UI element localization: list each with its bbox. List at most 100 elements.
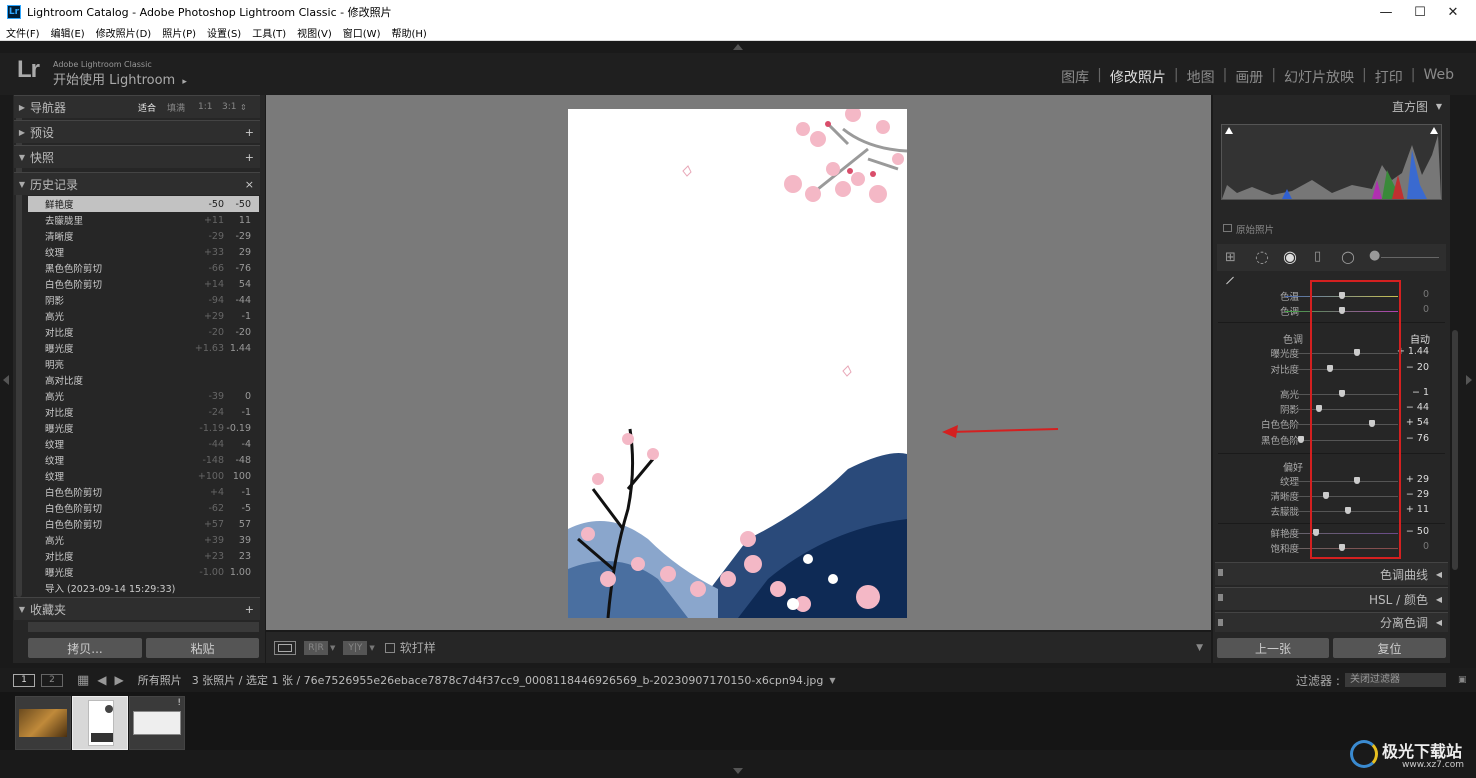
original-photo-checkbox[interactable] — [1223, 224, 1232, 232]
module-develop[interactable]: 修改照片 — [1102, 67, 1174, 87]
zoom-arrows-icon[interactable]: ⇕ — [240, 103, 247, 112]
film-thumbnail-selected[interactable] — [72, 696, 128, 750]
slider-value[interactable]: 0 — [1423, 541, 1429, 552]
filter-dropdown[interactable]: 关闭过滤器 — [1345, 673, 1446, 687]
history-item[interactable]: 高光 -39 0 — [28, 388, 259, 404]
add-snapshot-button[interactable]: + — [245, 151, 254, 164]
module-web[interactable]: Web — [1415, 67, 1462, 87]
right-scrollbar[interactable] — [1452, 330, 1458, 570]
right-panel-toggle[interactable] — [1462, 95, 1476, 665]
crop-icon[interactable]: ⊞ — [1225, 250, 1236, 265]
slider-value[interactable]: + 29 — [1406, 474, 1429, 485]
zoom-3-1[interactable]: 3:1 — [222, 102, 236, 112]
slider-value[interactable]: − 50 — [1406, 526, 1429, 537]
copy-button[interactable]: 拷贝... — [28, 638, 142, 658]
play-icon[interactable]: ▸ — [182, 77, 187, 87]
slider-value[interactable]: − 29 — [1406, 489, 1429, 500]
slider-thumb[interactable] — [1297, 436, 1304, 443]
photo-preview[interactable] — [568, 109, 907, 618]
spot-removal-icon[interactable]: ◌ — [1255, 247, 1269, 266]
bottom-panel-toggle[interactable] — [0, 750, 1476, 778]
split-toning-header[interactable]: 分离色调 ◀ — [1215, 612, 1448, 632]
menu-tools[interactable]: 工具(T) — [252, 25, 286, 40]
module-book[interactable]: 画册 — [1227, 67, 1271, 87]
module-slideshow[interactable]: 幻灯片放映 — [1276, 67, 1362, 87]
module-library[interactable]: 图库 — [1053, 67, 1097, 87]
yy-dropdown-icon[interactable]: ▼ — [369, 644, 374, 652]
clear-history-button[interactable]: × — [245, 178, 254, 191]
history-header[interactable]: ▼ 历史记录 × — [14, 172, 260, 195]
module-map[interactable]: 地图 — [1179, 67, 1223, 87]
history-item[interactable]: 纹理 -44 -4 — [28, 436, 259, 452]
forward-arrow-icon[interactable]: ▶ — [115, 673, 124, 687]
zoom-fit[interactable]: 适合 — [138, 101, 156, 114]
menu-help[interactable]: 帮助(H) — [391, 25, 426, 40]
brush-slider-track[interactable] — [1381, 257, 1439, 258]
panel-switch-icon[interactable] — [1218, 569, 1223, 576]
history-item[interactable]: 纹理 -148 -48 — [28, 452, 259, 468]
add-collection-button[interactable]: + — [245, 603, 254, 616]
menu-photo[interactable]: 照片(P) — [162, 25, 196, 40]
history-item[interactable]: 纹理 +100 100 — [28, 468, 259, 484]
slider-value[interactable]: − 20 — [1406, 362, 1429, 373]
toolbar-menu-icon[interactable]: ▼ — [1196, 643, 1203, 653]
history-item[interactable]: 去朦胧里 +11 11 — [28, 212, 259, 228]
history-item[interactable]: 纹理 +33 29 — [28, 244, 259, 260]
before-after-yy-button[interactable]: Y|Y — [343, 640, 368, 655]
menu-settings[interactable]: 设置(S) — [207, 25, 241, 40]
auto-tone-button[interactable]: 自动 — [1410, 331, 1430, 346]
history-item[interactable]: 高光 +39 39 — [28, 532, 259, 548]
history-item[interactable]: 白色色阶剪切 -62 -5 — [28, 500, 259, 516]
source-label[interactable]: 所有照片 — [138, 672, 182, 688]
history-item[interactable]: 曝光度 -1.19 -0.19 — [28, 420, 259, 436]
presets-header[interactable]: ▶ 预设 + — [14, 120, 260, 143]
top-panel-toggle[interactable] — [0, 41, 1476, 53]
slider-value[interactable]: + 11 — [1406, 504, 1429, 515]
history-item[interactable]: 曝光度 -1.00 1.00 — [28, 564, 259, 580]
film-thumbnail[interactable] — [15, 696, 71, 750]
previous-button[interactable]: 上一张 — [1217, 638, 1329, 658]
paste-button[interactable]: 粘贴 — [146, 638, 259, 658]
add-preset-button[interactable]: + — [245, 126, 254, 139]
getting-started-label[interactable]: 开始使用 Lightroom — [53, 73, 175, 88]
collections-header[interactable]: ▼ 收藏夹 + — [14, 597, 260, 620]
history-item[interactable]: 高对比度 — [28, 372, 259, 388]
history-item[interactable]: 鲜艳度 -50 -50 — [28, 196, 259, 212]
history-item[interactable]: 白色色阶剪切 +4 -1 — [28, 484, 259, 500]
grid-icon[interactable]: ▦ — [77, 673, 89, 688]
history-item[interactable]: 曝光度 +1.63 1.44 — [28, 340, 259, 356]
history-item[interactable]: 明亮 — [28, 356, 259, 372]
left-panel-toggle[interactable] — [0, 95, 13, 665]
history-item[interactable]: 黑色色阶剪切 -66 -76 — [28, 260, 259, 276]
zoom-1-1[interactable]: 1:1 — [198, 102, 212, 112]
redeye-icon[interactable]: ◉ — [1283, 247, 1297, 266]
history-item[interactable]: 对比度 -20 -20 — [28, 324, 259, 340]
histogram-header[interactable]: 直方图 ▼ — [1215, 95, 1448, 118]
before-after-button[interactable]: R|R — [304, 640, 328, 655]
zoom-fill[interactable]: 填满 — [167, 101, 185, 114]
history-item[interactable]: 导入 (2023-09-14 15:29:33) — [28, 580, 259, 596]
panel-switch-icon[interactable] — [1218, 619, 1223, 626]
filter-lock-icon[interactable]: ▣ — [1458, 675, 1467, 685]
tone-curve-header[interactable]: 色调曲线 ◀ — [1215, 562, 1448, 585]
slider-value[interactable]: 0 — [1423, 289, 1429, 300]
highlight-clipping-icon[interactable] — [1430, 127, 1438, 134]
before-after-dropdown-icon[interactable]: ▼ — [330, 644, 335, 652]
history-item[interactable]: 清晰度 -29 -29 — [28, 228, 259, 244]
history-item[interactable]: 白色色阶剪切 +57 57 — [28, 516, 259, 532]
close-button[interactable]: ✕ — [1430, 0, 1476, 24]
hsl-header[interactable]: HSL / 颜色 ◀ — [1215, 587, 1448, 610]
slider-value[interactable]: − 1 — [1412, 387, 1429, 398]
module-print[interactable]: 打印 — [1367, 67, 1411, 87]
info-dropdown-icon[interactable]: ▼ — [829, 676, 835, 685]
menu-window[interactable]: 窗口(W) — [343, 25, 381, 40]
history-item[interactable]: 阴影 -94 -44 — [28, 292, 259, 308]
history-item[interactable]: 白色色阶剪切 +14 54 — [28, 276, 259, 292]
snapshots-header[interactable]: ▼ 快照 + — [14, 145, 260, 168]
brush-icon[interactable]: ● — [1369, 248, 1380, 263]
slider-value[interactable]: + 1.44 — [1397, 346, 1429, 357]
soft-proof-checkbox[interactable] — [384, 642, 395, 653]
slider-value[interactable]: + 54 — [1406, 417, 1429, 428]
slider-value[interactable]: − 44 — [1406, 402, 1429, 413]
menu-view[interactable]: 视图(V) — [297, 25, 332, 40]
